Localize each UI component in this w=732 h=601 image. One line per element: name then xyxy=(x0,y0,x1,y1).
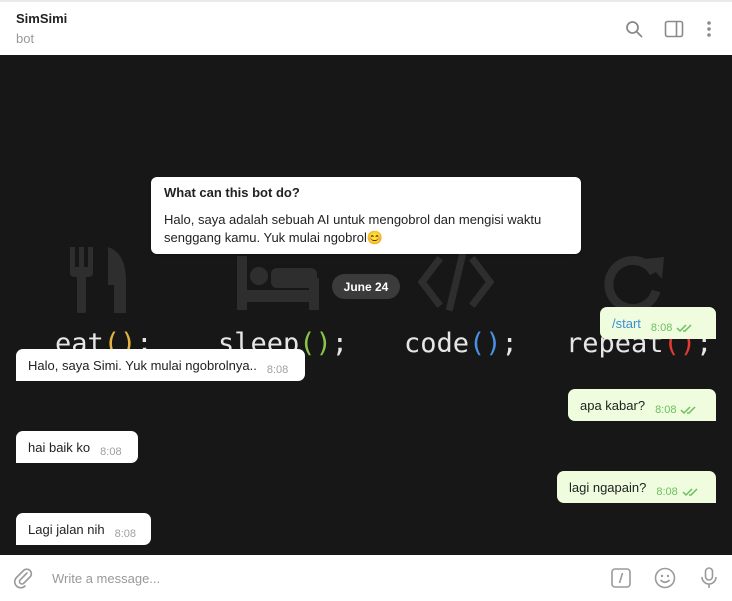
message-outgoing[interactable]: lagi ngapain? 8:08 xyxy=(557,471,716,503)
message-time: 8:08 xyxy=(656,486,678,498)
bot-info-card: What can this bot do? Halo, saya adalah … xyxy=(151,177,581,254)
sidebar-toggle-icon[interactable] xyxy=(663,18,685,40)
message-text: Lagi jalan nih xyxy=(28,521,105,537)
chat-subtitle: bot xyxy=(16,31,35,46)
emoji-icon[interactable] xyxy=(654,567,676,589)
fork-knife-icon xyxy=(70,247,126,313)
bot-command-icon[interactable] xyxy=(610,567,632,589)
message-text: Halo, saya Simi. Yuk mulai ngobrolnya.. xyxy=(28,357,257,373)
message-text[interactable]: /start xyxy=(612,316,641,331)
read-checkmarks-icon xyxy=(682,488,698,497)
message-time: 8:08 xyxy=(114,528,137,540)
message-time: 8:08 xyxy=(100,446,122,458)
repeat-icon xyxy=(604,256,664,313)
bed-icon xyxy=(237,256,319,310)
message-outgoing[interactable]: /start 8:08 xyxy=(600,307,716,339)
code-icon xyxy=(418,252,494,312)
read-checkmarks-icon xyxy=(676,324,692,333)
message-outgoing[interactable]: apa kabar? 8:08 xyxy=(568,389,716,421)
paperclip-icon[interactable] xyxy=(12,567,34,589)
read-checkmarks-icon xyxy=(680,406,697,415)
message-time: 8:08 xyxy=(655,404,677,416)
search-icon[interactable] xyxy=(623,18,645,40)
more-vertical-icon[interactable] xyxy=(698,18,720,40)
message-text: lagi ngapain? xyxy=(569,479,647,495)
wallpaper-text-code: code(); xyxy=(404,328,518,359)
message-incoming[interactable]: hai baik ko 8:08 xyxy=(16,431,138,463)
message-incoming[interactable]: Lagi jalan nih 8:08 xyxy=(16,513,151,545)
date-separator: June 24 xyxy=(332,274,400,299)
message-input[interactable] xyxy=(52,567,572,589)
message-text: hai baik ko xyxy=(28,439,91,455)
chat-header: SimSimi bot xyxy=(0,0,732,55)
message-composer xyxy=(0,555,732,601)
message-list[interactable]: eat(); sleep(); code(); repeat(); What c… xyxy=(0,55,732,555)
message-text: apa kabar? xyxy=(580,397,646,413)
bot-info-title: What can this bot do? xyxy=(164,185,300,200)
microphone-icon[interactable] xyxy=(698,567,720,589)
bot-info-description: Halo, saya adalah sebuah AI untuk mengob… xyxy=(164,212,542,245)
message-time: 8:08 xyxy=(650,322,673,334)
chat-title[interactable]: SimSimi xyxy=(16,11,67,26)
message-time: 8:08 xyxy=(266,364,289,376)
message-incoming[interactable]: Halo, saya Simi. Yuk mulai ngobrolnya.. … xyxy=(16,349,305,381)
